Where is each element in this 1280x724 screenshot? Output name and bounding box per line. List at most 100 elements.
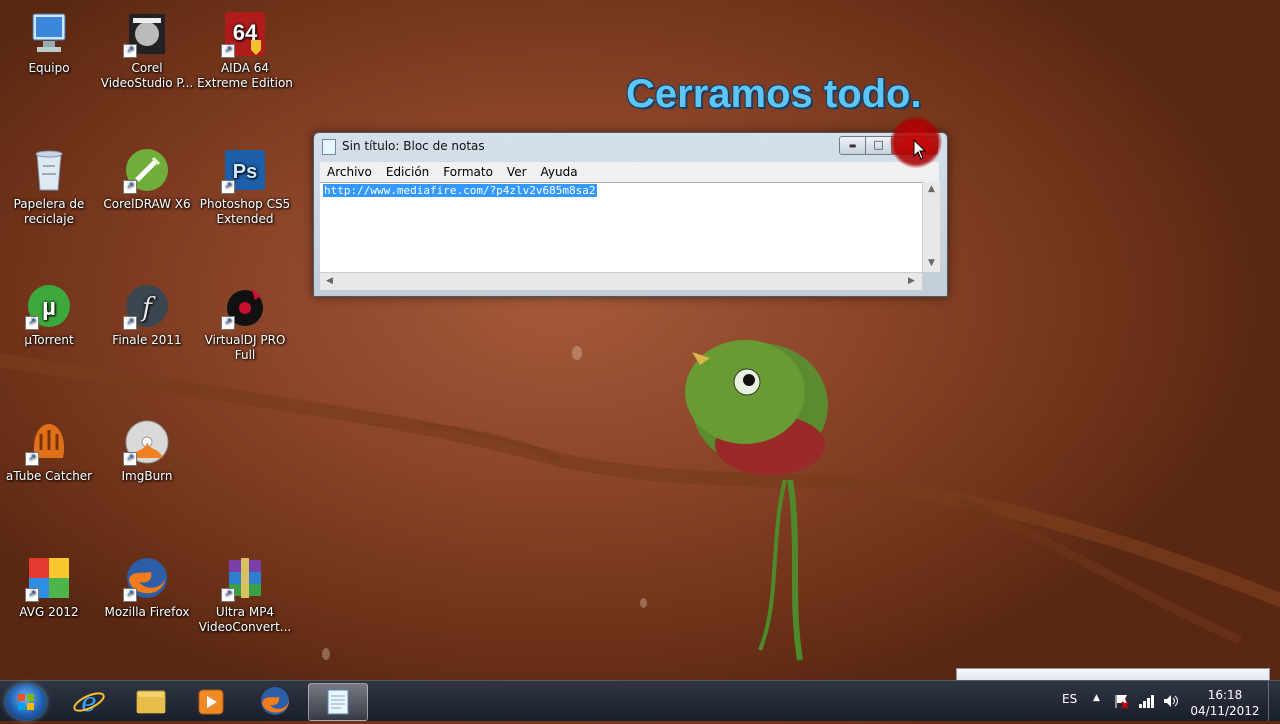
virtualdj-icon: ↗ (221, 282, 269, 330)
windows-explorer-icon (136, 690, 166, 714)
firefox-icon: ↗ (123, 554, 171, 602)
shortcut-arrow-icon: ↗ (221, 588, 235, 602)
taskbar-firefox[interactable] (246, 683, 304, 719)
atube-catcher-icon: ↗ (25, 418, 73, 466)
desktop-icon-coreldraw[interactable]: ↗ CorelDRAW X6 (99, 146, 195, 212)
desktop-icon-atube-catcher[interactable]: ↗ aTube Catcher (1, 418, 97, 484)
desktop-icon-imgburn[interactable]: ↗ ImgBurn (99, 418, 195, 484)
computer-icon (25, 10, 73, 58)
language-indicator[interactable]: ES (1062, 692, 1077, 706)
start-button[interactable] (6, 684, 46, 720)
menu-edicion[interactable]: Edición (379, 162, 436, 179)
menu-archivo[interactable]: Archivo (320, 162, 379, 179)
desktop-icon-firefox[interactable]: ↗ Mozilla Firefox (99, 554, 195, 620)
window-title: Sin título: Bloc de notas (342, 139, 485, 153)
minimize-icon: ▬ (848, 141, 857, 150)
photoshop-icon: Ps ↗ (221, 146, 269, 194)
maximize-icon: □ (873, 138, 884, 151)
shortcut-arrow-icon: ↗ (123, 44, 137, 58)
recycle-bin-icon (25, 146, 73, 194)
text-editor[interactable]: http://www.mediafire.com/?p4zlv2v685m8sa… (320, 182, 922, 273)
desktop-icon-corel-videostudio[interactable]: ↗ Corel VideoStudio P... (99, 10, 195, 91)
media-player-icon (198, 689, 224, 715)
desktop-icon-avg[interactable]: ↗ AVG 2012 (1, 554, 97, 620)
desktop-icon-ultra-mp4[interactable]: ↗ Ultra MP4 VideoConvert... (197, 554, 293, 635)
action-center-flag-icon[interactable] (1113, 693, 1131, 709)
shortcut-arrow-icon: ↗ (221, 44, 235, 58)
mouse-cursor-icon (913, 139, 927, 160)
desktop-icon-equipo[interactable]: Equipo (1, 10, 97, 76)
volume-icon[interactable] (1162, 693, 1180, 709)
desktop-icon-aida64[interactable]: 64 ↗ AIDA 64 Extreme Edition (197, 10, 293, 91)
avg-icon: ↗ (25, 554, 73, 602)
shortcut-arrow-icon: ↗ (123, 452, 137, 466)
shortcut-arrow-icon: ↗ (25, 316, 39, 330)
scroll-left-arrow-icon[interactable]: ◀ (326, 276, 333, 286)
vertical-scrollbar[interactable]: ▲ ▼ (922, 182, 940, 272)
shortcut-arrow-icon: ↗ (123, 316, 137, 330)
menu-ayuda[interactable]: Ayuda (534, 162, 585, 179)
minimize-button[interactable]: ▬ (839, 136, 866, 155)
desktop-icon-utorrent[interactable]: µ ↗ µTorrent (1, 282, 97, 348)
notepad-icon (327, 689, 349, 715)
firefox-icon (261, 687, 289, 715)
desktop-icon-label: aTube Catcher (5, 469, 93, 483)
finale-icon: f ↗ (123, 282, 171, 330)
menu-formato[interactable]: Formato (436, 162, 500, 179)
network-signal-icon[interactable] (1138, 693, 1156, 709)
desktop-icon-label: Papelera de reciclaje (13, 197, 85, 226)
wallpaper-speck (322, 648, 330, 660)
notepad-icon (322, 139, 336, 155)
video-caption: Cerramos todo. (626, 72, 922, 116)
svg-text:Ps: Ps (233, 161, 257, 183)
menu-ver[interactable]: Ver (500, 162, 534, 179)
svg-text:e: e (81, 688, 96, 718)
show-hidden-icons-icon[interactable]: ▲ (1093, 693, 1100, 703)
horizontal-scrollbar[interactable]: ◀ ▶ (320, 272, 922, 290)
desktop-icon-label: µTorrent (24, 333, 74, 347)
shortcut-arrow-icon: ↗ (25, 588, 39, 602)
desktop-icon-recycle-bin[interactable]: Papelera de reciclaje (1, 146, 97, 227)
taskbar-media-player[interactable] (182, 683, 240, 719)
shortcut-arrow-icon: ↗ (25, 452, 39, 466)
scroll-right-arrow-icon[interactable]: ▶ (908, 276, 915, 286)
aida64-icon: 64 ↗ (221, 10, 269, 58)
desktop-icon-label: Corel VideoStudio P... (100, 61, 194, 90)
taskbar-windows-explorer[interactable] (122, 683, 180, 719)
imgburn-icon: ↗ (123, 418, 171, 466)
clock-time: 16:18 (1207, 688, 1243, 702)
scroll-down-arrow-icon[interactable]: ▼ (928, 258, 935, 268)
svg-text:µ: µ (42, 294, 56, 321)
system-clock[interactable]: 16:18 04/11/2012 (1190, 687, 1260, 719)
shortcut-arrow-icon: ↗ (123, 588, 137, 602)
maximize-button[interactable]: □ (865, 136, 892, 155)
internet-explorer-icon: e (73, 688, 105, 718)
desktop-icon-label: CorelDRAW X6 (103, 197, 191, 211)
shortcut-arrow-icon: ↗ (221, 180, 235, 194)
desktop-icon-label: ImgBurn (121, 469, 173, 483)
desktop-icon-label: VirtualDJ PRO Full (204, 333, 286, 362)
desktop-icon-photoshop[interactable]: Ps ↗ Photoshop CS5 Extended (197, 146, 293, 227)
windows-start-icon (18, 694, 34, 710)
notepad-window[interactable]: Sin título: Bloc de notas ▬ □ ✕ ArchivoE… (313, 132, 948, 297)
desktop-icon-label: AIDA 64 Extreme Edition (197, 61, 293, 90)
show-desktop-button[interactable] (1268, 681, 1280, 721)
desktop-icon-virtualdj[interactable]: ↗ VirtualDJ PRO Full (197, 282, 293, 363)
taskbar-notepad[interactable] (308, 683, 368, 721)
utorrent-icon: µ ↗ (25, 282, 73, 330)
corel-videostudio-icon: ↗ (123, 10, 171, 58)
taskbar-internet-explorer[interactable]: e (60, 683, 118, 719)
coreldraw-icon: ↗ (123, 146, 171, 194)
desktop-icon-label: Photoshop CS5 Extended (199, 197, 291, 226)
desktop-icon-label: AVG 2012 (19, 605, 79, 619)
desktop-icon-label: Finale 2011 (112, 333, 182, 347)
winrar-archive-icon: ↗ (221, 554, 269, 602)
shortcut-arrow-icon: ↗ (123, 180, 137, 194)
desktop-icon-label: Equipo (28, 61, 70, 75)
scroll-up-arrow-icon[interactable]: ▲ (928, 184, 935, 194)
desktop-icon-label: Mozilla Firefox (104, 605, 190, 619)
desktop-icon-finale[interactable]: f ↗ Finale 2011 (99, 282, 195, 348)
shortcut-arrow-icon: ↗ (221, 316, 235, 330)
wallpaper-speck (640, 598, 647, 608)
selected-text[interactable]: http://www.mediafire.com/?p4zlv2v685m8sa… (323, 184, 597, 197)
